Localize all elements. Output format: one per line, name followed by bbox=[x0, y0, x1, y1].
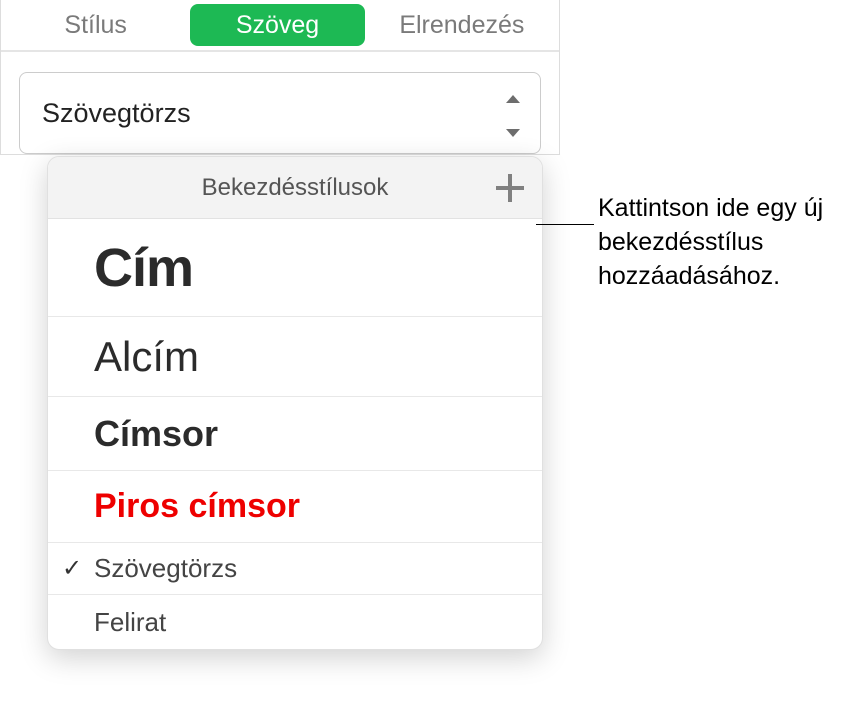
check-icon: ✓ bbox=[62, 554, 82, 583]
style-label: Cím bbox=[94, 237, 193, 299]
style-label: Címsor bbox=[94, 413, 218, 455]
add-style-button[interactable] bbox=[496, 174, 524, 202]
style-item-caption[interactable]: Felirat bbox=[48, 595, 542, 649]
popover-header: Bekezdésstílusok bbox=[48, 157, 542, 219]
style-item-subtitle[interactable]: Alcím bbox=[48, 317, 542, 397]
plus-icon bbox=[496, 174, 524, 202]
style-item-heading[interactable]: Címsor bbox=[48, 397, 542, 471]
tab-style[interactable]: Stílus bbox=[1, 0, 190, 50]
tab-layout[interactable]: Elrendezés bbox=[365, 0, 559, 50]
style-label: Felirat bbox=[94, 607, 166, 638]
callout-leader-line bbox=[536, 224, 594, 225]
style-label: Szövegtörzs bbox=[94, 553, 237, 584]
style-label: Piros címsor bbox=[94, 487, 300, 526]
popover-title: Bekezdésstílusok bbox=[202, 174, 389, 202]
tab-bar: Stílus Szöveg Elrendezés bbox=[1, 0, 559, 52]
caret-icon bbox=[506, 82, 520, 144]
paragraph-style-dropdown[interactable]: Szövegtörzs bbox=[19, 72, 541, 154]
style-label: Alcím bbox=[94, 333, 199, 381]
paragraph-styles-popover: Bekezdésstílusok Cím Alcím Címsor Piros … bbox=[47, 156, 543, 650]
tab-text[interactable]: Szöveg bbox=[190, 4, 364, 46]
dropdown-selected-label: Szövegtörzs bbox=[42, 98, 191, 129]
callout-text: Kattintson ide egy új bekezdésstílus hoz… bbox=[598, 192, 848, 293]
style-list: Cím Alcím Címsor Piros címsor ✓ Szövegtö… bbox=[48, 219, 542, 649]
style-item-red-heading[interactable]: Piros címsor bbox=[48, 471, 542, 543]
paragraph-style-section: Szövegtörzs bbox=[1, 52, 559, 154]
style-item-title[interactable]: Cím bbox=[48, 219, 542, 317]
style-item-body[interactable]: ✓ Szövegtörzs bbox=[48, 543, 542, 595]
format-panel: Stílus Szöveg Elrendezés Szövegtörzs Bek… bbox=[0, 0, 560, 155]
